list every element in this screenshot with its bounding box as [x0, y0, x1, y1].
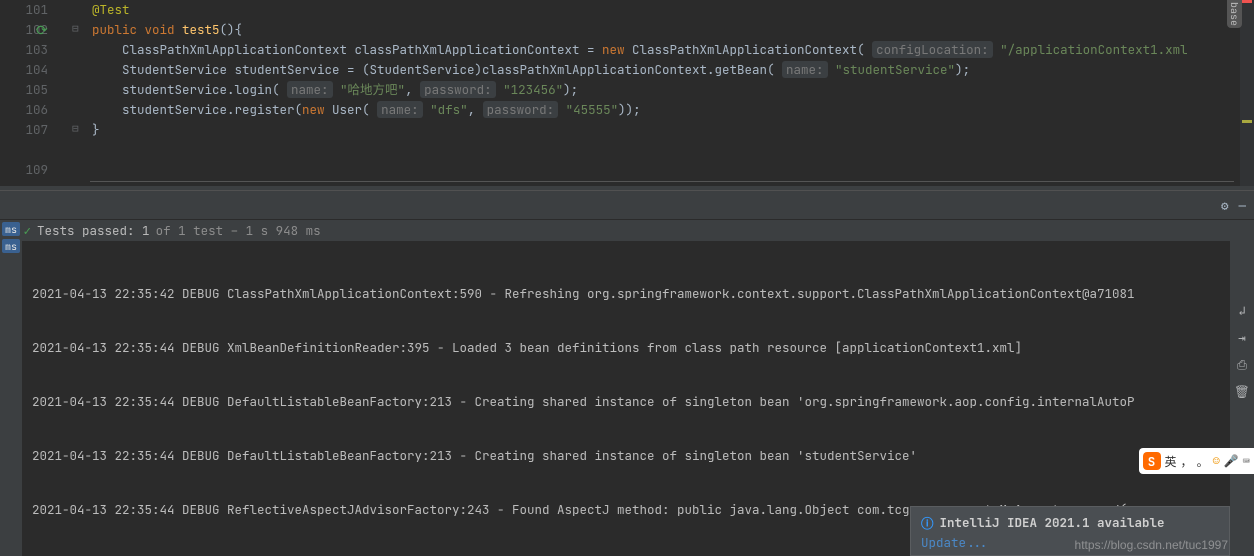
fold-toggle-icon[interactable]: ⊟: [72, 122, 79, 136]
ime-lang-label[interactable]: 英: [1165, 453, 1177, 470]
test-status-bar: » ✓ Tests passed: 1 of 1 test – 1 s 948 …: [0, 220, 1254, 242]
clear-icon[interactable]: 🗑: [1234, 383, 1250, 400]
keyboard-icon[interactable]: ⌨: [1243, 453, 1250, 469]
error-stripe[interactable]: [1240, 0, 1254, 186]
sogou-logo-icon: S: [1143, 452, 1161, 470]
update-link[interactable]: Update...: [921, 534, 989, 551]
ime-punct-label[interactable]: 。: [1197, 453, 1209, 470]
tests-passed-label: Tests passed: 1: [37, 222, 150, 239]
log-line: 2021-04-13 22:35:44 DEBUG DefaultListabl…: [32, 392, 1220, 412]
print-icon[interactable]: ⎙: [1237, 356, 1247, 373]
annotation: @Test: [92, 1, 130, 18]
run-test-gutter-icon[interactable]: ⟳: [36, 22, 48, 40]
notification-title: IntelliJ IDEA 2021.1 available: [940, 514, 1165, 531]
fold-toggle-icon[interactable]: ⊟: [72, 22, 79, 36]
duration-pill[interactable]: ms: [2, 222, 20, 236]
emoji-icon[interactable]: ☺: [1213, 453, 1220, 469]
run-panel-toolbar: ⚙ —: [0, 190, 1254, 220]
watermark-text: https://blog.csdn.net/tuc1997: [1075, 538, 1228, 552]
tests-passed-detail: of 1 test – 1 s 948 ms: [156, 222, 321, 239]
log-line: 2021-04-13 22:35:42 DEBUG ClassPathXmlAp…: [32, 284, 1220, 304]
minimize-icon[interactable]: —: [1238, 197, 1246, 214]
ime-toolbar[interactable]: S 英 ， 。 ☺ 🎤 ⌨: [1139, 448, 1254, 474]
gear-icon[interactable]: ⚙: [1221, 197, 1229, 214]
duration-pill[interactable]: ms: [2, 239, 20, 253]
log-line: 2021-04-13 22:35:44 DEBUG XmlBeanDefinit…: [32, 338, 1220, 358]
code-area[interactable]: @Test public void test5(){ ClassPathXmlA…: [62, 0, 1240, 186]
log-line: 2021-04-13 22:35:44 DEBUG DefaultListabl…: [32, 446, 1220, 466]
line-number-gutter: 101 102 103 104 105 106 107 109: [0, 0, 62, 186]
git-branch-badge[interactable]: base: [1227, 0, 1242, 28]
soft-wrap-icon[interactable]: ↲: [1238, 302, 1246, 319]
run-left-rail: ms ms: [0, 222, 22, 556]
scroll-to-end-icon[interactable]: ⇥: [1238, 329, 1246, 346]
ime-punct-label[interactable]: ，: [1181, 453, 1193, 470]
code-editor[interactable]: 101 102 103 104 105 106 107 109 ⟳ ⊟ ⊟ @T…: [0, 0, 1254, 186]
check-icon: ✓: [24, 222, 32, 239]
mic-icon[interactable]: 🎤: [1224, 453, 1239, 469]
console-right-rail: ↲ ⇥ ⎙ 🗑: [1230, 222, 1254, 556]
info-icon: ⓘ: [921, 513, 934, 532]
